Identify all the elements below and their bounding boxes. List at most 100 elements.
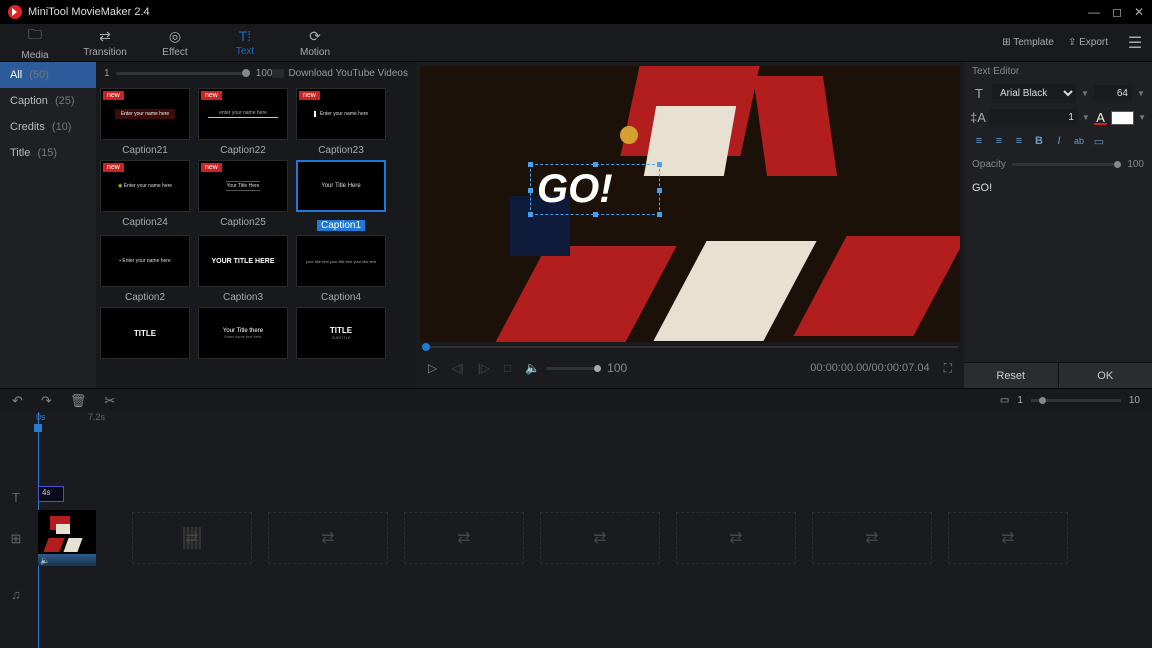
tab-text[interactable]: T⁞ Text xyxy=(210,28,280,57)
sidebar-item-caption[interactable]: Caption (25) xyxy=(0,88,96,114)
fit-button[interactable]: ▭ xyxy=(1000,395,1009,406)
empty-slot[interactable]: ⇄ xyxy=(132,512,252,564)
text-input-area[interactable]: GO! xyxy=(964,176,1152,362)
case-button[interactable]: ab xyxy=(1070,132,1088,150)
new-badge: new xyxy=(103,163,124,172)
zoom-max: 10 xyxy=(1129,395,1140,406)
export-button[interactable]: ⇪ Export xyxy=(1058,37,1118,48)
overlay-text: GO! xyxy=(537,167,613,211)
ok-button[interactable]: OK xyxy=(1059,362,1152,388)
text-editor-title: Text Editor xyxy=(964,62,1152,81)
text-track-icon: T xyxy=(0,490,32,505)
border-button[interactable]: ▭ xyxy=(1090,132,1108,150)
font-color-icon[interactable]: A xyxy=(1094,110,1107,125)
thumb-label: Caption25 xyxy=(220,217,266,228)
category-sidebar: All (50) Caption (25) Credits (10) Title… xyxy=(0,62,96,388)
text-template-thumb[interactable]: newEnter your name here xyxy=(100,88,190,140)
preview-scrubber[interactable] xyxy=(422,346,958,348)
audio-track-icon: ♫ xyxy=(0,587,32,602)
video-clip[interactable] xyxy=(38,510,96,554)
chevron-down-icon: ▼ xyxy=(1082,113,1090,122)
thumb-label: Caption4 xyxy=(321,292,361,303)
tab-motion[interactable]: ⟳ Motion xyxy=(280,28,350,58)
text-template-thumb[interactable]: TITLESUBTITLE xyxy=(296,307,386,359)
zoom-min: 1 xyxy=(1017,395,1023,406)
text-template-thumb[interactable]: ▪ Enter your name here xyxy=(100,235,190,287)
fullscreen-button[interactable]: ⛶ xyxy=(944,361,952,376)
text-overlay-box[interactable]: GO! xyxy=(530,164,660,215)
font-select[interactable]: Arial Black xyxy=(992,84,1076,103)
motion-icon: ⟳ xyxy=(280,28,350,45)
text-template-thumb[interactable]: Your Title thereEnter some text here xyxy=(198,307,288,359)
template-button[interactable]: ⊞ Template xyxy=(998,37,1058,48)
bold-button[interactable]: B xyxy=(1030,132,1048,150)
font-icon: T xyxy=(970,86,988,101)
timeline-ruler[interactable]: 0s 7.2s xyxy=(0,412,1152,426)
text-clip[interactable]: 4s xyxy=(38,486,64,502)
volume-slider[interactable] xyxy=(546,367,601,370)
audio-track: ♫ xyxy=(0,578,1152,610)
font-size-input[interactable] xyxy=(1094,85,1132,102)
text-template-thumb[interactable]: TITLE xyxy=(100,307,190,359)
tab-effect[interactable]: ◎ Effect xyxy=(140,28,210,58)
timeline-zoom-slider[interactable] xyxy=(1031,399,1121,402)
text-template-thumb[interactable]: your title text your title text your tit… xyxy=(296,235,386,287)
tab-media[interactable]: 🗀 Media xyxy=(0,24,70,61)
audio-waveform[interactable] xyxy=(38,554,96,566)
folder-icon: 🗀 xyxy=(0,24,70,48)
play-button[interactable]: ▷ xyxy=(428,361,437,375)
text-template-thumb[interactable]: Your Title Here xyxy=(296,160,386,212)
thumb-label: Caption21 xyxy=(122,145,168,156)
preview-canvas[interactable]: GO! xyxy=(420,66,960,342)
chevron-down-icon: ▼ xyxy=(1080,89,1090,98)
text-template-thumb[interactable]: newEnter your name here xyxy=(296,88,386,140)
empty-slot[interactable]: ⇄ xyxy=(540,512,660,564)
line-height-icon: ‡A xyxy=(970,110,986,125)
empty-slot[interactable]: ⇄ xyxy=(404,512,524,564)
delete-button[interactable]: 🗑 xyxy=(70,393,87,409)
align-left-button[interactable]: ≡ xyxy=(970,132,988,150)
italic-button[interactable]: I xyxy=(1050,132,1068,150)
volume-value: 100 xyxy=(607,361,627,375)
maximize-button[interactable]: ◻ xyxy=(1112,5,1122,19)
line-height-input[interactable] xyxy=(990,109,1078,126)
sidebar-item-all[interactable]: All (50) xyxy=(0,62,96,88)
thumb-zoom-max: 100 xyxy=(256,68,273,79)
align-right-button[interactable]: ≡ xyxy=(1010,132,1028,150)
text-track: T 4s xyxy=(0,486,1152,508)
download-youtube-button[interactable]: Download YouTube Videos xyxy=(272,68,408,79)
prev-frame-button[interactable]: ◁| xyxy=(451,361,463,375)
text-template-thumb[interactable]: newenter your name here xyxy=(198,88,288,140)
empty-slot[interactable]: ⇄ xyxy=(948,512,1068,564)
split-button[interactable]: ✂ xyxy=(104,393,115,409)
thumb-zoom-slider[interactable] xyxy=(116,72,250,75)
undo-button[interactable]: ↶ xyxy=(12,393,23,409)
close-button[interactable]: ✕ xyxy=(1134,5,1144,19)
empty-slot[interactable]: ⇄ xyxy=(812,512,932,564)
sidebar-item-credits[interactable]: Credits (10) xyxy=(0,114,96,140)
opacity-slider[interactable] xyxy=(1012,163,1121,166)
new-badge: new xyxy=(103,91,124,100)
youtube-icon xyxy=(272,69,284,78)
tab-transition[interactable]: ⇄ Transition xyxy=(70,28,140,58)
empty-slot[interactable]: ⇄ xyxy=(676,512,796,564)
app-title: MiniTool MovieMaker 2.4 xyxy=(28,6,150,18)
reset-button[interactable]: Reset xyxy=(964,362,1059,388)
stop-button[interactable]: □ xyxy=(504,361,511,375)
sidebar-item-title[interactable]: Title (15) xyxy=(0,140,96,166)
volume-icon[interactable]: 🔈 xyxy=(525,361,540,375)
thumb-zoom-min: 1 xyxy=(104,68,110,79)
opacity-value: 100 xyxy=(1127,159,1144,170)
align-center-button[interactable]: ≡ xyxy=(990,132,1008,150)
video-track: ⊞ ⇄ ⇄ ⇄ ⇄ ⇄ ⇄ ⇄ xyxy=(0,508,1152,570)
text-template-thumb[interactable]: newYour Title Here xyxy=(198,160,288,212)
text-template-thumb[interactable]: new◉ Enter your name here xyxy=(100,160,190,212)
text-template-thumb[interactable]: YOUR TITLE HERE xyxy=(198,235,288,287)
next-frame-button[interactable]: |▷ xyxy=(478,361,490,375)
empty-slot[interactable]: ⇄ xyxy=(268,512,388,564)
minimize-button[interactable]: — xyxy=(1088,5,1100,19)
highlight-color-swatch[interactable] xyxy=(1111,111,1134,125)
hamburger-menu[interactable]: ☰ xyxy=(1118,33,1152,53)
app-logo-icon xyxy=(8,5,22,19)
redo-button[interactable]: ↷ xyxy=(41,393,52,409)
